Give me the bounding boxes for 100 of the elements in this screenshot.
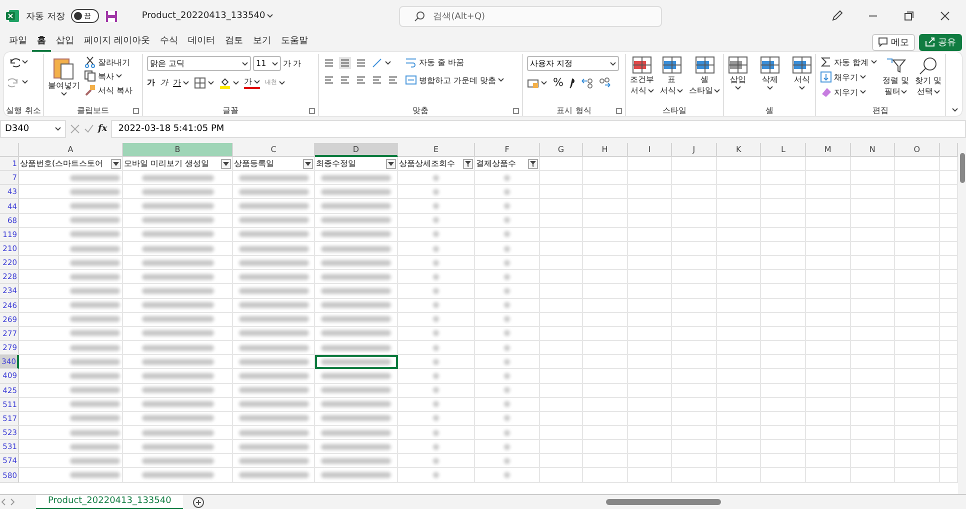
ribbon-tab[interactable]: 도움말: [276, 32, 313, 52]
column-header[interactable]: M: [806, 143, 851, 157]
increase-decimal-button[interactable]: [581, 76, 594, 88]
filename-button[interactable]: Product_20220413_133540: [142, 11, 274, 21]
underline-button[interactable]: 가: [173, 77, 189, 88]
column-header[interactable]: F: [475, 143, 540, 157]
dialog-launcher-icon[interactable]: [616, 108, 622, 114]
caret-icon: [279, 80, 285, 84]
column-header[interactable]: D: [315, 143, 398, 157]
conditional-formatting-button[interactable]: 조건부 서식: [630, 56, 654, 96]
filter-dropdown-button[interactable]: [111, 158, 121, 169]
ribbon-tab[interactable]: 보기: [248, 32, 276, 52]
increase-font-button[interactable]: 가: [283, 58, 291, 69]
format-cells-button[interactable]: 서식: [792, 56, 812, 90]
align-bottom-button[interactable]: [355, 56, 367, 68]
sheet-tab[interactable]: Product_20220413_133540: [36, 494, 184, 509]
comments-button[interactable]: 메모: [872, 34, 915, 50]
column-header[interactable]: B: [123, 143, 233, 157]
copy-button[interactable]: 복사: [84, 70, 122, 82]
column-header[interactable]: G: [540, 143, 583, 157]
fill-color-button[interactable]: [219, 76, 239, 88]
delete-cells-button[interactable]: 삭제: [760, 56, 780, 90]
function-label[interactable]: fx: [98, 124, 108, 134]
share-button[interactable]: 공유: [919, 34, 962, 50]
number-format-select[interactable]: 사용자 지정: [527, 56, 619, 71]
center-button[interactable]: [339, 74, 351, 86]
undo-button[interactable]: [8, 56, 28, 68]
column-header[interactable]: J: [672, 143, 717, 157]
right-button[interactable]: [355, 74, 367, 86]
percent-button[interactable]: %: [553, 76, 564, 89]
orientation-button[interactable]: [371, 56, 391, 68]
column-header[interactable]: I: [628, 143, 672, 157]
blurred-text: [504, 260, 510, 266]
italic-button[interactable]: 가: [160, 77, 168, 88]
borders-button[interactable]: [194, 76, 214, 88]
merge-center-button[interactable]: 병합하고 가운데 맞춤: [405, 74, 504, 86]
grid-cell: [716, 412, 762, 426]
sort-filter-button[interactable]: 정렬 및 필터: [882, 57, 910, 97]
format-as-table-button[interactable]: 표 서식: [660, 56, 683, 96]
filter-applied-button[interactable]: [528, 158, 538, 169]
filter-dropdown-button[interactable]: [221, 158, 231, 169]
column-header[interactable]: K: [716, 143, 762, 157]
font-name-select[interactable]: 맑은 고딕: [147, 56, 251, 71]
insert-cells-button[interactable]: 삽입: [728, 56, 748, 90]
blurred-text: [321, 174, 391, 181]
grid-cell: [583, 157, 628, 172]
ribbon-tab[interactable]: 페이지 레이아웃: [79, 32, 155, 52]
vertical-scrollbar[interactable]: [958, 143, 966, 494]
accounting-format-button[interactable]: [527, 76, 547, 88]
increase-indent-button[interactable]: [387, 74, 399, 86]
dialog-launcher-icon[interactable]: [309, 108, 315, 114]
column-header[interactable]: C: [233, 143, 315, 157]
filter-dropdown-button[interactable]: [303, 158, 313, 169]
search-field[interactable]: 검색(Alt+Q): [399, 6, 662, 26]
collapse-ribbon-button[interactable]: [952, 108, 958, 112]
autosum-button[interactable]: 자동 합계: [820, 56, 877, 68]
decrease-font-button[interactable]: 가: [293, 58, 301, 69]
grid-cell: [806, 312, 851, 327]
ribbon-tab[interactable]: 삽입: [51, 32, 79, 52]
format-painter-button[interactable]: 서식 복사: [84, 84, 133, 96]
grid-cell: [761, 398, 806, 412]
name-box[interactable]: D340: [0, 120, 66, 138]
wrap-text-button[interactable]: 자동 줄 바꿈: [405, 56, 464, 68]
fill-button[interactable]: 채우기: [820, 71, 866, 83]
filter-applied-button[interactable]: [463, 158, 473, 169]
redo-button[interactable]: [8, 76, 28, 88]
blurred-text: [504, 472, 510, 478]
align-middle-button[interactable]: [339, 56, 351, 68]
formula-field[interactable]: 2022-03-18 5:41:05 PM: [111, 120, 966, 138]
align-middle-icon: [339, 56, 351, 68]
column-header[interactable]: L: [761, 143, 806, 157]
grid-cell: [628, 185, 672, 200]
ribbon-tab[interactable]: 수식: [154, 32, 183, 52]
comma-style-button[interactable]: [569, 76, 576, 88]
ribbon-tab[interactable]: 데이터: [182, 32, 220, 52]
filter-dropdown-button[interactable]: [386, 158, 396, 169]
grid-cell: [716, 369, 762, 384]
decrease-indent-button[interactable]: [371, 74, 383, 86]
left-button[interactable]: [323, 74, 335, 86]
column-header[interactable]: O: [895, 143, 940, 157]
column-header[interactable]: E: [398, 143, 475, 157]
paste-button[interactable]: 붙여넣기: [48, 56, 80, 96]
column-header[interactable]: H: [583, 143, 628, 157]
blurred-text: [433, 174, 439, 181]
font-size-select[interactable]: 11: [253, 56, 281, 71]
ribbon-tab[interactable]: 검토: [220, 32, 248, 52]
header-cell: 최종수정일: [315, 157, 398, 172]
find-select-button[interactable]: 찾기 및 선택: [915, 57, 942, 97]
ribbon-tab[interactable]: 파일: [4, 32, 32, 52]
dialog-launcher-icon[interactable]: [513, 108, 519, 114]
bold-button[interactable]: 가: [147, 77, 155, 88]
clear-button[interactable]: 지우기: [820, 86, 866, 98]
align-top-button[interactable]: [323, 56, 335, 68]
font-color-button[interactable]: 가: [244, 76, 260, 89]
cell-styles-button[interactable]: 셀 스타일: [689, 56, 720, 96]
dialog-launcher-icon[interactable]: [133, 108, 139, 114]
column-header[interactable]: A: [19, 143, 123, 157]
column-header[interactable]: N: [850, 143, 896, 157]
decrease-decimal-button[interactable]: [599, 76, 612, 88]
cut-button[interactable]: 잘라내기: [84, 56, 130, 68]
